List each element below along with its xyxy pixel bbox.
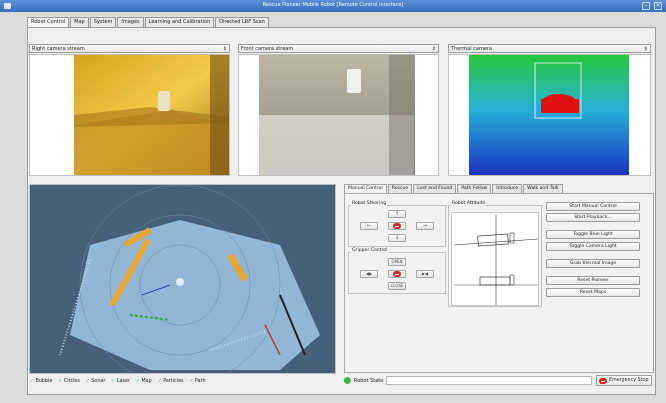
chevron-updown-icon: ⇕ [222,46,227,52]
thermal-camera-image [469,55,629,175]
gripper-open-button[interactable]: OPEN [388,258,406,266]
center-camera-select-value: Front camera stream [241,46,294,52]
legend-map[interactable]: ✓ Map [136,379,152,384]
chevron-updown-icon: ⇕ [643,46,648,52]
gripper-spread-button[interactable]: ◀▶ [360,270,378,278]
front-camera-view [238,54,439,176]
gripper-stop-button[interactable] [388,270,406,278]
start-manual-control-button[interactable]: Start Manual Control [546,202,640,211]
status-bar: Robot State Emergency Stop [344,374,654,387]
grab-thermal-image-button[interactable]: Grab thermal image [546,259,640,268]
stop-icon [393,223,401,229]
subtab-walk-and-talk[interactable]: Walk and Talk [523,184,563,193]
steer-stop-button[interactable] [388,222,406,230]
chevron-updown-icon: ⇕ [431,46,436,52]
check-icon: ✓ [30,379,35,384]
tab-learning-calibration[interactable]: Learning and Calibration [144,17,215,27]
attitude-drawing [453,215,539,305]
tab-system[interactable]: System [89,17,117,27]
close-icon[interactable]: × [654,2,662,10]
minimize-icon[interactable]: – [642,2,650,10]
emergency-stop-button[interactable]: Emergency Stop [596,375,652,386]
front-camera-image [259,55,415,175]
right-camera-select-value: Thermal camera [451,46,493,52]
robot-steering-label: Robot Steering [351,201,388,206]
legend-bubble[interactable]: ✓ Bubble [30,379,52,384]
legend-circles[interactable]: ✓ Circles [58,379,80,384]
center-camera-select[interactable]: Front camera stream ⇕ [238,44,439,53]
emergency-stop-label: Emergency Stop [609,378,649,383]
tab-images[interactable]: Images [117,17,144,27]
gripper-control-label: Gripper Control [351,248,389,253]
right-camera-image [74,55,229,175]
attitude-display [451,212,539,306]
check-icon: ✓ [189,379,194,384]
tab-robot-control[interactable]: Robot Control [27,17,70,27]
legend-laser[interactable]: ✓ Laser [111,379,130,384]
control-subtab-bar: Manual Control Rescue Lost and Found Pat… [344,184,564,193]
tab-map[interactable]: Map [70,17,89,27]
subtab-rescue[interactable]: Rescue [387,184,413,193]
right-camera-select[interactable]: Thermal camera ⇕ [448,44,651,53]
start-playback-button[interactable]: Start Playback... [546,213,640,222]
robot-state-label: Robot State [354,378,384,384]
reset-pioneer-button[interactable]: Reset Pioneer [546,276,640,285]
legend-particles[interactable]: ✓ Particles [158,379,184,384]
left-camera-select-value: Right camera stream [32,46,85,52]
toggle-blue-light-button[interactable]: Toggle Blue Light [546,230,640,239]
steer-right-button[interactable]: → [416,222,434,230]
thermal-camera-view [448,54,651,176]
steer-forward-button[interactable]: ↑ [388,210,406,218]
status-ok-icon [344,377,351,384]
subtab-path-follow[interactable]: Path Follow [457,184,492,193]
subtab-manual-control[interactable]: Manual Control [344,184,387,193]
check-icon: ✓ [85,379,90,384]
check-icon: ✓ [135,379,140,384]
stop-icon [599,378,607,384]
legend-path[interactable]: ✓ Path [189,379,205,384]
check-icon: ✓ [58,379,63,384]
robot-attitude-label: Robot Attitude [451,201,487,206]
tab-directed-lrf-scan[interactable]: Directed LRF Scan [215,17,269,27]
subtab-lost-and-found[interactable]: Lost and Found [413,184,457,193]
gripper-squeeze-button[interactable]: ▶◀ [416,270,434,278]
steer-backward-button[interactable]: ↓ [388,234,406,242]
left-camera-select[interactable]: Right camera stream ⇕ [29,44,230,53]
map-view[interactable] [29,184,336,374]
steer-left-button[interactable]: ← [360,222,378,230]
main-tab-bar: Robot Control Map System Images Learning… [27,17,270,27]
gripper-close-button[interactable]: CLOSE [388,282,406,290]
map-layer-legend: ✓ Bubble ✓ Circles ✓ Sonar ✓ Laser ✓ Map… [30,379,206,384]
legend-sonar[interactable]: ✓ Sonar [86,379,106,384]
stop-icon [393,271,401,277]
check-icon: ✓ [111,379,116,384]
right-camera-view [29,54,230,176]
window-title: Rescue Pioneer Mobile Robot [Remote Cont… [262,2,404,8]
window-titlebar: Rescue Pioneer Mobile Robot [Remote Cont… [0,0,666,12]
subtab-introduce[interactable]: Introduce [492,184,523,193]
toggle-camera-light-button[interactable]: Toggle Camera Light [546,242,640,251]
reset-maps-button[interactable]: Reset Maps [546,288,640,297]
check-icon: ✓ [157,379,162,384]
robot-state-field [386,376,592,385]
map-canvas [30,185,335,373]
